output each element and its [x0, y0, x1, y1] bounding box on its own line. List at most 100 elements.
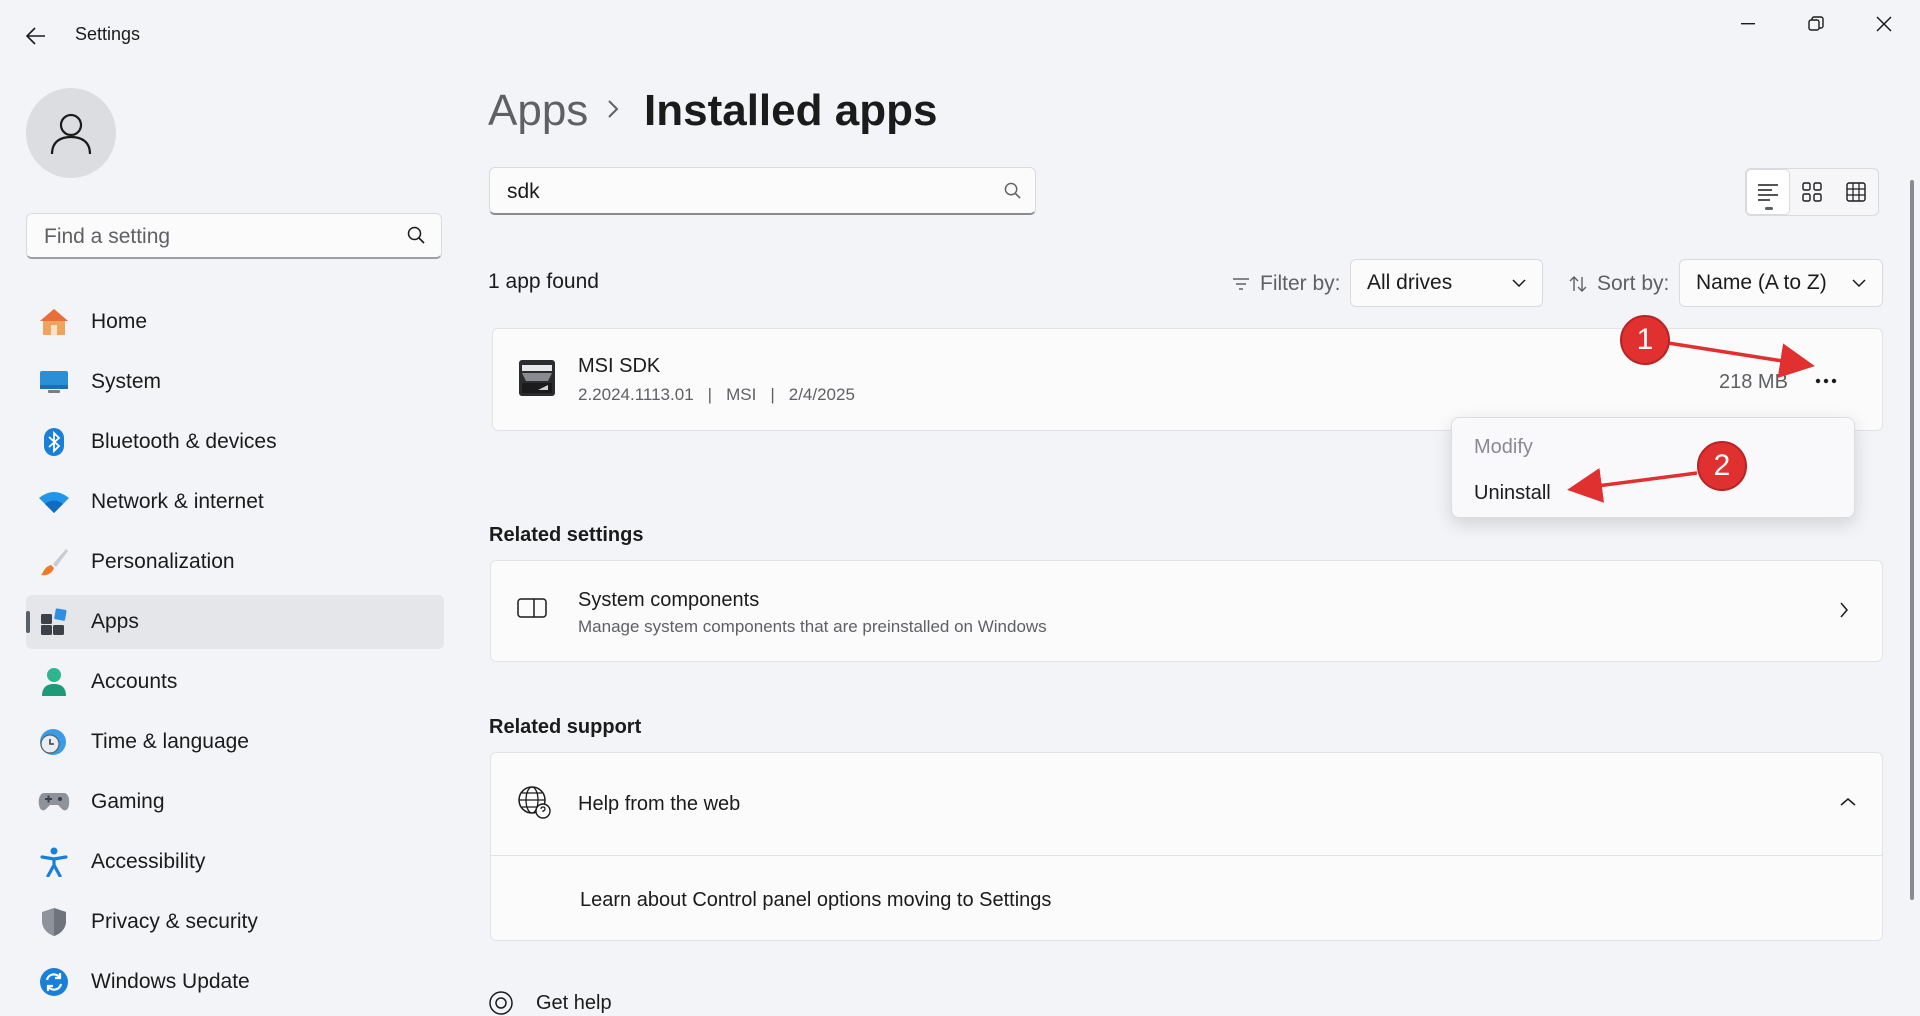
annotation-badge-1: 1	[1620, 315, 1670, 365]
sidebar-item-label: Time & language	[91, 730, 249, 753]
app-install-date: 2/4/2025	[788, 385, 855, 404]
update-icon	[38, 966, 70, 998]
sidebar-item-windows-update[interactable]: Windows Update	[26, 955, 444, 1009]
sidebar-item-label: Privacy & security	[91, 910, 258, 933]
system-components-icon	[517, 598, 547, 618]
get-help-link[interactable]: Get help	[488, 990, 612, 1016]
search-icon[interactable]	[1004, 182, 1021, 199]
apps-icon	[38, 606, 70, 638]
app-publisher: MSI	[726, 385, 757, 404]
help-from-web-header[interactable]: Help from the web	[491, 753, 1882, 855]
app-name: MSI SDK	[578, 355, 661, 377]
related-support-heading: Related support	[489, 716, 642, 738]
restore-icon	[1808, 16, 1824, 31]
help-icon	[489, 991, 513, 1015]
sidebar-item-apps[interactable]: Apps	[26, 595, 444, 649]
sidebar-item-label: Accessibility	[91, 850, 206, 873]
sidebar-item-label: Apps	[91, 610, 139, 633]
sidebar-item-network[interactable]: Network & internet	[26, 475, 444, 529]
help-from-web-card: Help from the web Learn about Control pa…	[490, 752, 1883, 941]
home-icon	[38, 306, 70, 338]
find-setting-input[interactable]	[42, 214, 386, 260]
user-icon	[50, 113, 92, 155]
app-version: 2.2024.1113.01	[578, 385, 694, 404]
shield-icon	[38, 906, 70, 938]
avatar[interactable]	[26, 88, 116, 178]
breadcrumb-apps[interactable]: Apps	[488, 86, 588, 136]
restore-button[interactable]	[1788, 10, 1844, 38]
globe-help-icon	[518, 786, 551, 819]
sidebar-item-label: Windows Update	[91, 970, 250, 993]
list-view-icon	[1758, 184, 1778, 201]
app-list-item: MSI SDK 2.2024.1113.01 | MSI | 2/4/2025 …	[492, 328, 1883, 431]
sidebar-item-system[interactable]: System	[26, 355, 444, 409]
meta-separator: |	[770, 385, 775, 404]
app-search[interactable]	[489, 167, 1036, 215]
view-toggle	[1745, 168, 1879, 216]
chevron-down-icon	[1512, 279, 1526, 287]
accounts-icon	[38, 666, 70, 698]
gamepad-icon	[38, 786, 70, 818]
minimize-button[interactable]	[1720, 10, 1776, 38]
app-search-input[interactable]	[505, 169, 979, 215]
app-size: 218 MB	[1719, 371, 1788, 393]
sidebar-item-label: Personalization	[91, 550, 235, 573]
system-components-description: Manage system components that are preins…	[578, 617, 1047, 636]
sort-dropdown[interactable]: Name (A to Z)	[1679, 259, 1883, 307]
system-icon	[38, 366, 70, 398]
sidebar-item-label: Bluetooth & devices	[91, 430, 277, 453]
scrollbar[interactable]	[1910, 180, 1914, 900]
table-view-icon	[1846, 182, 1866, 202]
clock-globe-icon	[38, 726, 70, 758]
related-settings-heading: Related settings	[489, 524, 644, 546]
back-button[interactable]	[20, 20, 52, 52]
system-components-card[interactable]: System components Manage system componen…	[490, 560, 1883, 662]
chevron-right-icon	[608, 100, 619, 118]
bluetooth-icon	[38, 426, 70, 458]
sidebar-item-privacy[interactable]: Privacy & security	[26, 895, 444, 949]
filter-dropdown-value: All drives	[1367, 271, 1453, 294]
close-icon	[1876, 16, 1892, 32]
sidebar-nav: Home System Bluetooth & devices Network …	[26, 295, 444, 1015]
app-title: Settings	[75, 24, 141, 44]
menu-item-uninstall[interactable]: Uninstall	[1474, 482, 1551, 505]
context-menu: Modify Uninstall	[1451, 417, 1855, 518]
sidebar-item-label: Home	[91, 310, 148, 333]
details-view-button[interactable]	[1834, 169, 1878, 215]
sidebar-item-accessibility[interactable]: Accessibility	[26, 835, 444, 889]
more-options-button[interactable]	[1806, 365, 1846, 397]
sidebar-item-time-language[interactable]: Time & language	[26, 715, 444, 769]
sidebar-item-home[interactable]: Home	[26, 295, 444, 349]
get-help-label: Get help	[536, 991, 612, 1014]
filter-icon	[1233, 278, 1249, 290]
sort-icon	[1569, 276, 1587, 292]
sidebar-item-gaming[interactable]: Gaming	[26, 775, 444, 829]
sort-dropdown-value: Name (A to Z)	[1696, 271, 1827, 294]
find-setting-search[interactable]	[26, 213, 442, 260]
sidebar-item-label: Network & internet	[91, 490, 264, 513]
tile-view-button[interactable]	[1790, 169, 1834, 215]
sidebar-item-personalization[interactable]: Personalization	[26, 535, 444, 589]
search-icon[interactable]	[407, 226, 425, 244]
filter-label: Filter by:	[1232, 272, 1341, 296]
wifi-icon	[38, 486, 70, 518]
page-title: Installed apps	[644, 86, 938, 135]
sidebar-item-bluetooth[interactable]: Bluetooth & devices	[26, 415, 444, 469]
sort-label-text: Sort by:	[1597, 272, 1670, 295]
close-button[interactable]	[1856, 10, 1912, 38]
control-panel-link[interactable]: Learn about Control panel options moving…	[580, 889, 1051, 912]
more-horizontal-icon	[1815, 378, 1837, 384]
system-components-title: System components	[578, 589, 760, 611]
sidebar-item-label: Gaming	[91, 790, 165, 813]
help-from-web-title: Help from the web	[578, 793, 741, 815]
divider	[491, 855, 1882, 856]
app-details: 2.2024.1113.01 | MSI | 2/4/2025	[578, 385, 855, 405]
chevron-up-icon	[1840, 798, 1856, 806]
list-view-button[interactable]	[1746, 169, 1790, 215]
chevron-right-icon	[1840, 602, 1848, 618]
filter-dropdown[interactable]: All drives	[1350, 259, 1543, 307]
sidebar-item-accounts[interactable]: Accounts	[26, 655, 444, 709]
sidebar-item-label: System	[91, 370, 162, 393]
menu-item-modify: Modify	[1474, 436, 1533, 458]
meta-separator: |	[707, 385, 713, 404]
